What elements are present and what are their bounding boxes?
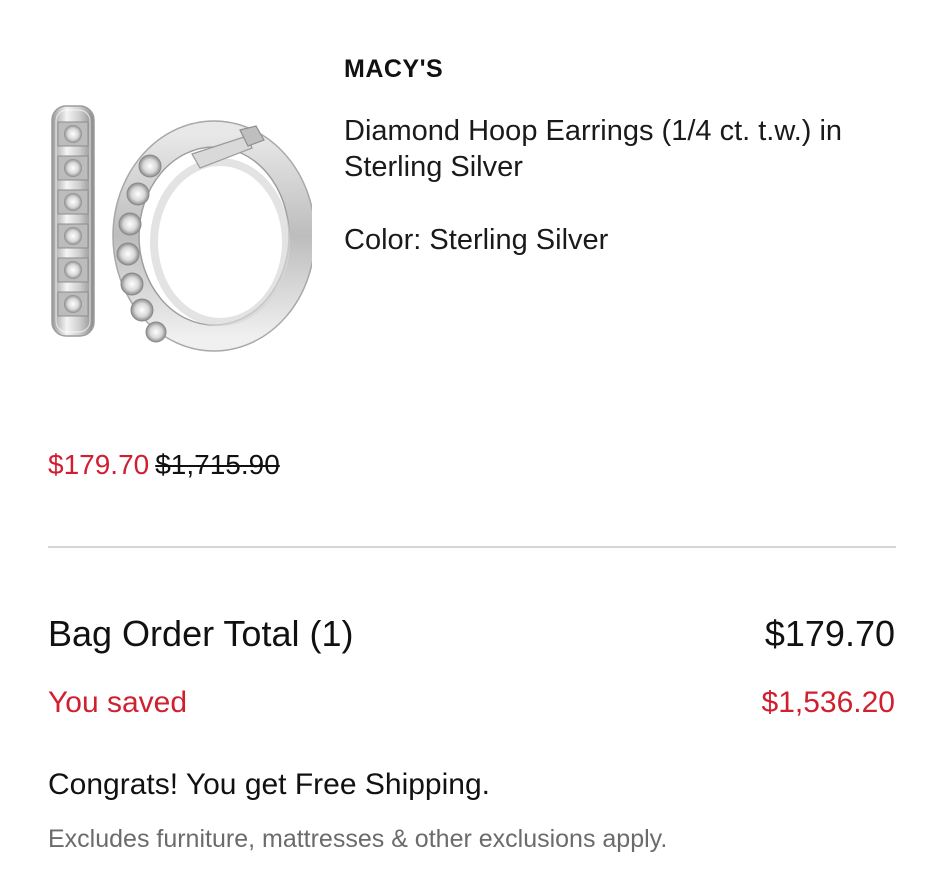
- sale-price: $179.70: [48, 449, 150, 480]
- product-color: Color: Sterling Silver: [344, 224, 609, 256]
- price-row: $179.70 $1,715.90: [48, 447, 280, 483]
- product-brand: MACY'S: [344, 55, 444, 83]
- product-image[interactable]: [42, 96, 316, 358]
- bag-order-total-value: $179.70: [764, 613, 895, 654]
- diamond-hoop-earrings-image: [51, 105, 316, 352]
- you-saved-label: You saved: [48, 686, 188, 719]
- original-price: $1,715.90: [155, 449, 280, 480]
- product-name-link[interactable]: Diamond Hoop Earrings (1/4 ct. t.w.) in …: [344, 113, 914, 185]
- section-divider: [48, 546, 896, 548]
- earring-front-view: [112, 120, 316, 352]
- free-shipping-message: Congrats! You get Free Shipping.: [48, 768, 490, 801]
- bag-order-total-label: Bag Order Total (1): [48, 613, 354, 654]
- you-saved-value: $1,536.20: [761, 686, 895, 719]
- shipping-exclusions-note: Excludes furniture, mattresses & other e…: [48, 825, 668, 853]
- earring-side-view: [51, 105, 95, 337]
